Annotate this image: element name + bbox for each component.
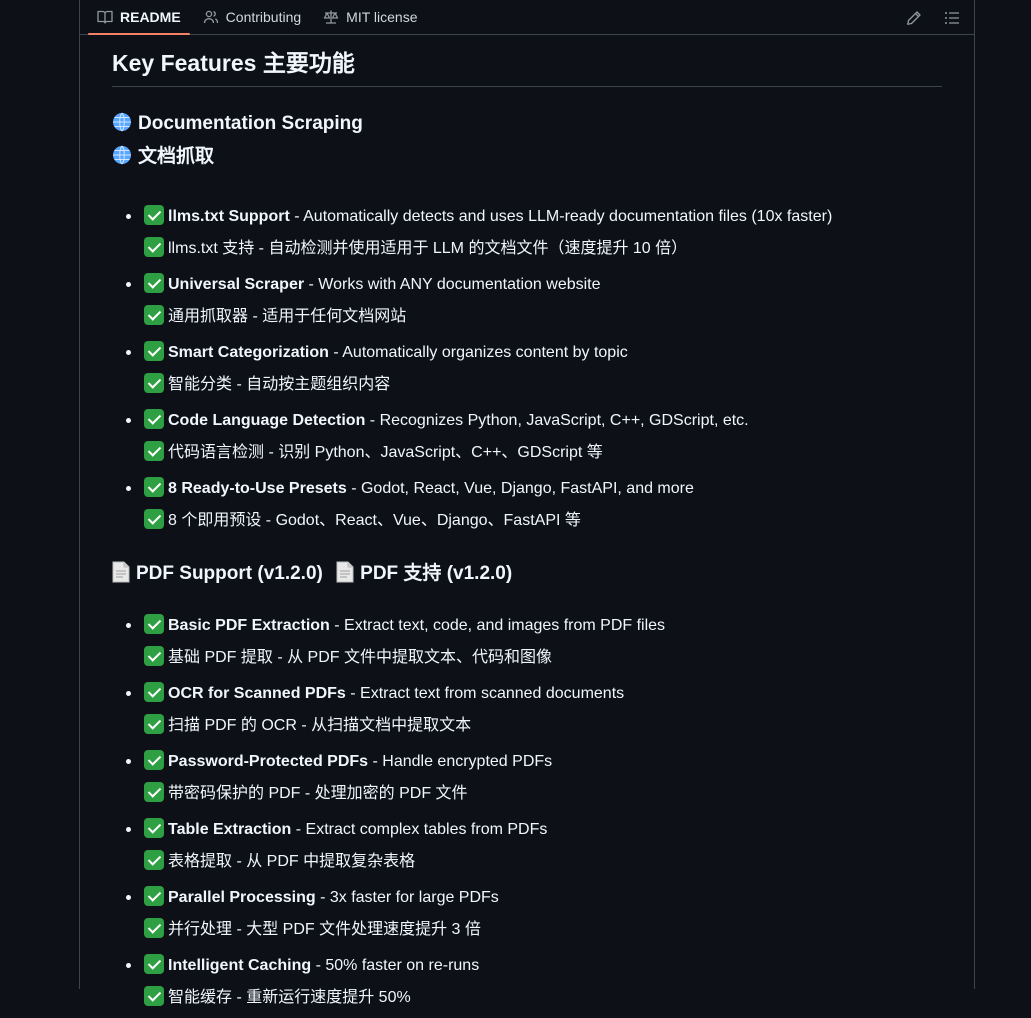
people-icon xyxy=(203,9,219,25)
list-item: Table Extraction - Extract complex table… xyxy=(112,814,942,878)
check-mark-icon xyxy=(144,476,164,497)
check-mark-icon xyxy=(144,508,164,529)
section-title-zh: 文档抓取 xyxy=(112,140,942,173)
check-mark-icon xyxy=(144,781,164,802)
page-facing-up-icon xyxy=(112,561,130,583)
list-icon[interactable] xyxy=(944,10,960,26)
readme-tools xyxy=(906,0,960,35)
tab-mit-license[interactable]: MIT license xyxy=(314,0,426,34)
check-mark-icon xyxy=(144,885,164,906)
law-icon xyxy=(323,9,339,25)
list-item: Password-Protected PDFs - Handle encrypt… xyxy=(112,746,942,810)
book-icon xyxy=(97,9,113,25)
page-title: Key Features 主要功能 xyxy=(112,35,942,87)
list-item: Intelligent Caching - 50% faster on re-r… xyxy=(112,950,942,1014)
globe-icon xyxy=(112,110,132,132)
globe-icon xyxy=(112,143,132,165)
readme-panel: README Contributing MIT license Key Feat… xyxy=(79,0,975,1006)
section-title-en: Documentation Scraping xyxy=(112,107,942,140)
check-mark-icon xyxy=(144,440,164,461)
check-mark-icon xyxy=(144,372,164,393)
check-mark-icon xyxy=(144,204,164,225)
list-item: Basic PDF Extraction - Extract text, cod… xyxy=(112,610,942,674)
tab-contributing-label: Contributing xyxy=(225,9,302,25)
check-mark-icon xyxy=(144,236,164,257)
tab-readme-label: README xyxy=(120,9,181,25)
list-item: Universal Scraper - Works with ANY docum… xyxy=(112,269,942,333)
list-item: Code Language Detection - Recognizes Pyt… xyxy=(112,405,942,469)
check-mark-icon xyxy=(144,849,164,870)
check-mark-icon xyxy=(144,304,164,325)
pencil-icon[interactable] xyxy=(906,10,922,26)
check-mark-icon xyxy=(144,645,164,666)
check-mark-icon xyxy=(144,817,164,838)
tab-contributing[interactable]: Contributing xyxy=(194,0,311,34)
list-item: 8 Ready-to-Use Presets - Godot, React, V… xyxy=(112,473,942,537)
feature-list: Basic PDF Extraction - Extract text, cod… xyxy=(112,610,942,1014)
check-mark-icon xyxy=(144,681,164,702)
check-mark-icon xyxy=(144,953,164,974)
list-item: llms.txt Support - Automatically detects… xyxy=(112,201,942,265)
check-mark-icon xyxy=(144,272,164,293)
check-mark-icon xyxy=(144,917,164,938)
section-documentation-scraping: Documentation Scraping 文档抓取 llms.txt Sup… xyxy=(112,107,942,537)
page-facing-up-icon xyxy=(336,561,354,583)
list-item: Parallel Processing - 3x faster for larg… xyxy=(112,882,942,946)
section-title: PDF Support (v1.2.0) PDF 支持 (v1.2.0) xyxy=(112,557,942,590)
check-mark-icon xyxy=(144,713,164,734)
list-item: OCR for Scanned PDFs - Extract text from… xyxy=(112,678,942,742)
section-pdf-support: PDF Support (v1.2.0) PDF 支持 (v1.2.0) Bas… xyxy=(112,557,942,1014)
check-mark-icon xyxy=(144,749,164,770)
feature-list: llms.txt Support - Automatically detects… xyxy=(112,201,942,537)
readme-content: Key Features 主要功能 Documentation Scraping… xyxy=(112,35,942,1018)
tab-readme[interactable]: README xyxy=(88,0,190,35)
readme-tab-bar: README Contributing MIT license xyxy=(80,0,974,35)
check-mark-icon xyxy=(144,613,164,634)
check-mark-icon xyxy=(144,408,164,429)
tab-mit-license-label: MIT license xyxy=(346,9,418,25)
check-mark-icon xyxy=(144,340,164,361)
list-item: Smart Categorization - Automatically org… xyxy=(112,337,942,401)
